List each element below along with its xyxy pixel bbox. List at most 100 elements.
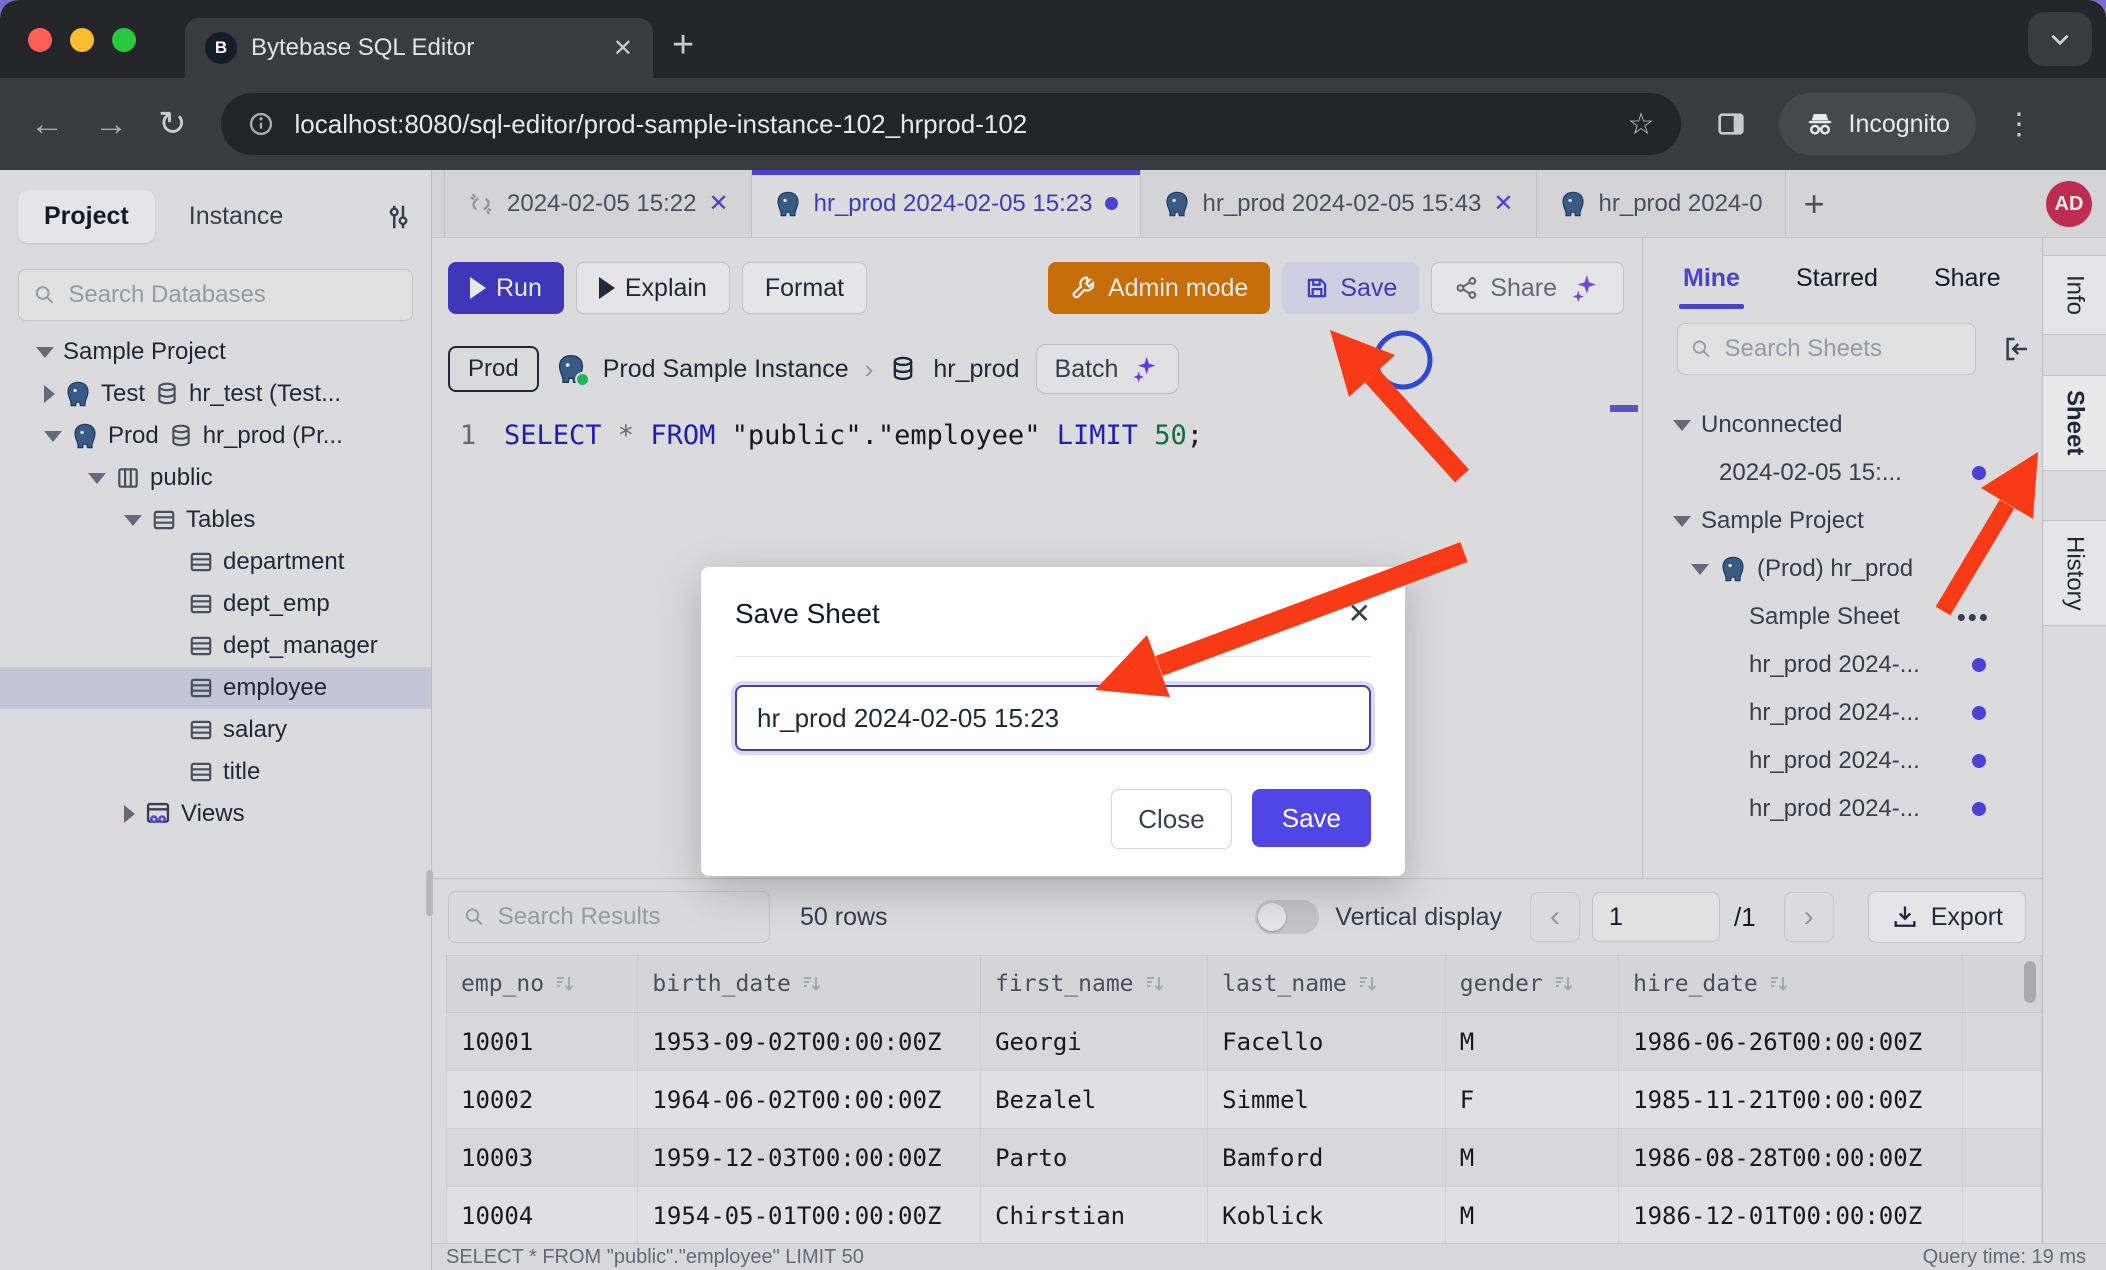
sort-icon[interactable] [1553,972,1577,996]
browser-tab[interactable]: B Bytebase SQL Editor ✕ [185,18,653,78]
sidebar-resize-handle[interactable] [426,870,433,916]
run-button[interactable]: Run [448,262,564,314]
batch-button[interactable]: Batch [1036,344,1180,394]
sheet-item[interactable]: hr_prod 2024-... [1643,689,2042,737]
search-sheets-box[interactable] [1677,323,1976,375]
export-button[interactable]: Export [1868,891,2026,943]
vertical-display-toggle[interactable] [1255,900,1319,934]
import-sheet-icon[interactable] [2002,334,2032,364]
sidebar-tab-instance[interactable]: Instance [163,190,310,243]
more-options-icon[interactable]: ••• [1957,602,1990,633]
dialog-close-button[interactable]: Close [1111,789,1231,849]
sheet-tab-truncated[interactable]: hr_prod 2024-0 [1537,170,1786,237]
sheet-item-database[interactable]: (Prod) hr_prod [1643,545,2042,593]
share-button[interactable]: Share [1431,262,1624,314]
sheet-item[interactable]: hr_prod 2024-... [1643,641,2042,689]
next-page-button[interactable]: › [1784,892,1834,942]
reload-icon[interactable]: ↻ [158,104,187,144]
address-bar[interactable]: localhost:8080/sql-editor/prod-sample-in… [221,93,1681,155]
tree-item-instance-prod[interactable]: Prod hr_prod (Pr... [0,415,431,457]
sheet-item[interactable]: hr_prod 2024-... [1643,737,2042,785]
column-header-emp-no[interactable]: emp_no [447,956,638,1013]
sheet-item[interactable]: Sample Sheet ••• [1643,593,2042,641]
column-header-birth-date[interactable]: birth_date [638,956,981,1013]
tree-item-project[interactable]: Sample Project [0,331,431,373]
tree-item-tables[interactable]: Tables [0,499,431,541]
forward-icon[interactable]: → [94,105,128,144]
search-sheets-input[interactable] [1723,334,1963,364]
explain-button[interactable]: Explain [576,262,730,314]
minimize-window-button[interactable] [70,28,94,52]
table-row[interactable]: 100031959-12-03T00:00:00ZPartoBamfordM19… [447,1129,2042,1187]
tree-item-table-title[interactable]: title [0,751,431,793]
sort-icon[interactable] [1144,972,1168,996]
search-results-input[interactable] [496,902,755,932]
tab-search-button[interactable] [2028,12,2092,66]
sheet-tab-unsaved[interactable]: 2024-02-05 15:22 ✕ [444,170,752,237]
caret-down-icon[interactable] [88,473,106,484]
sort-icon[interactable] [554,972,578,996]
filter-sliders-icon[interactable] [383,202,413,232]
sheet-tab-active[interactable]: hr_prod 2024-02-05 15:23 [752,170,1141,237]
side-panel-icon[interactable] [1715,108,1747,140]
tree-item-views[interactable]: Views [0,793,431,835]
sheet-item[interactable]: hr_prod 2024-... [1643,785,2042,833]
tree-item-table-dept-emp[interactable]: dept_emp [0,583,431,625]
caret-down-icon[interactable] [124,515,142,526]
maximize-window-button[interactable] [112,28,136,52]
sql-editor-line[interactable]: 1 SELECT * FROM "public"."employee" LIMI… [432,420,1642,451]
add-sheet-tab-button[interactable]: + [1786,170,1843,237]
rail-tab-info[interactable]: Info [2043,255,2106,335]
page-input[interactable] [1592,892,1720,942]
tree-item-table-employee[interactable]: employee [0,667,431,709]
tree-item-table-department[interactable]: department [0,541,431,583]
sort-icon[interactable] [1768,972,1792,996]
tree-item-instance-test[interactable]: Test hr_test (Test... [0,373,431,415]
bookmark-star-icon[interactable]: ☆ [1628,107,1655,142]
admin-mode-button[interactable]: Admin mode [1048,262,1270,314]
sheet-item[interactable]: 2024-02-05 15:... [1643,449,2042,497]
sheet-group-sample-project[interactable]: Sample Project [1643,497,2042,545]
sheet-name-input[interactable] [735,685,1371,751]
column-header-last-name[interactable]: last_name [1208,956,1446,1013]
sort-icon[interactable] [1357,972,1381,996]
column-header-hire-date[interactable]: hire_date [1619,956,1962,1013]
save-button[interactable]: Save [1282,262,1419,314]
sql-code[interactable]: SELECT * FROM "public"."employee" LIMIT … [504,420,1203,451]
sidebar-tab-project[interactable]: Project [18,190,155,243]
tree-item-table-salary[interactable]: salary [0,709,431,751]
sheet-tab-share[interactable]: Share [1934,264,2001,293]
caret-down-icon[interactable] [1691,564,1709,575]
dialog-save-button[interactable]: Save [1252,789,1371,847]
url-text[interactable]: localhost:8080/sql-editor/prod-sample-in… [295,109,1608,140]
close-window-button[interactable] [28,28,52,52]
sheet-tab-1543[interactable]: hr_prod 2024-02-05 15:43 ✕ [1141,170,1537,237]
column-header-first-name[interactable]: first_name [981,956,1208,1013]
browser-menu-icon[interactable]: ⋮ [2004,107,2034,142]
results-scrollbar[interactable] [2024,961,2036,1003]
sheet-group-unconnected[interactable]: Unconnected [1643,401,2042,449]
search-databases-input[interactable] [66,280,398,310]
sort-icon[interactable] [801,972,825,996]
instance-name[interactable]: Prod Sample Instance [603,355,849,384]
close-tab-icon[interactable]: ✕ [709,189,729,218]
sheet-tab-starred[interactable]: Starred [1796,264,1878,293]
tree-item-schema-public[interactable]: public [0,457,431,499]
dialog-close-icon[interactable]: ✕ [1348,597,1371,630]
info-icon[interactable] [247,110,275,138]
user-avatar[interactable]: AD [2046,181,2092,227]
database-name[interactable]: hr_prod [933,355,1019,384]
sheet-tab-mine[interactable]: Mine [1683,264,1740,293]
close-tab-icon[interactable]: ✕ [1493,189,1513,218]
back-icon[interactable]: ← [30,105,64,144]
search-databases-box[interactable] [18,269,413,321]
caret-right-icon[interactable] [44,385,55,403]
caret-down-icon[interactable] [36,347,54,358]
prev-page-button[interactable]: ‹ [1530,892,1580,942]
caret-right-icon[interactable] [124,805,135,823]
table-row[interactable]: 100011953-09-02T00:00:00ZGeorgiFacelloM1… [447,1013,2042,1071]
caret-down-icon[interactable] [1673,420,1691,431]
tab-close-icon[interactable]: ✕ [613,34,633,63]
table-row[interactable]: 100021964-06-02T00:00:00ZBezalelSimmelF1… [447,1071,2042,1129]
caret-down-icon[interactable] [1673,516,1691,527]
